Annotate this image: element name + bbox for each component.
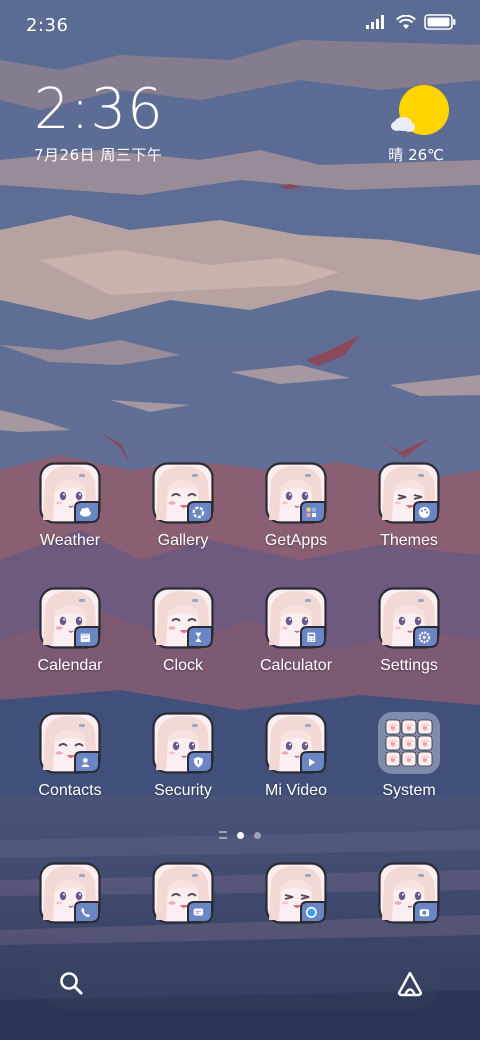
- folder-system[interactable]: System: [359, 712, 459, 800]
- contact-app-icon: [39, 712, 101, 774]
- app-label: System: [382, 782, 436, 799]
- app-settings[interactable]: Settings: [359, 587, 459, 675]
- camera-icon: [378, 862, 440, 924]
- cloud-app-icon: [39, 462, 101, 524]
- dock-app-camera[interactable]: [359, 862, 459, 924]
- app-label: Clock: [162, 657, 203, 674]
- message-icon: [152, 862, 214, 924]
- app-mi-video[interactable]: Mi Video: [246, 712, 346, 800]
- hourglass-app-icon: [152, 587, 214, 649]
- status-icons: [366, 14, 456, 30]
- app-label: Contacts: [38, 782, 102, 799]
- dock-app-phone[interactable]: [20, 862, 120, 924]
- app-calculator[interactable]: Calculator: [246, 587, 346, 675]
- wifi-icon: [396, 14, 416, 29]
- app-themes[interactable]: Themes: [359, 462, 459, 550]
- weather-temperature: 晴 26℃: [388, 146, 444, 164]
- gear-app-icon: [378, 587, 440, 649]
- page-indicator[interactable]: [0, 825, 480, 845]
- clock-date: 7月26日 周三下午: [34, 146, 163, 164]
- app-label: Themes: [380, 532, 438, 549]
- sun-cloud-icon: [391, 85, 449, 135]
- app-label: Weather: [39, 532, 101, 549]
- page-dot-1[interactable]: [237, 831, 244, 839]
- app-label: Calendar: [37, 657, 103, 674]
- search-icon[interactable]: [58, 970, 84, 996]
- app-security[interactable]: Security: [133, 712, 233, 800]
- app-label: Settings: [380, 657, 438, 674]
- app-label: Security: [154, 782, 212, 799]
- folder-icon: [378, 712, 440, 774]
- phone-icon: [39, 862, 101, 924]
- app-getapps[interactable]: GetApps: [246, 462, 346, 550]
- browser-icon: [265, 862, 327, 924]
- app-label: Calculator: [259, 657, 333, 674]
- search-bar[interactable]: [40, 956, 440, 1010]
- battery-icon: [424, 14, 456, 30]
- app-clock[interactable]: Clock: [133, 587, 233, 675]
- play-app-icon: [265, 712, 327, 774]
- app-contacts[interactable]: Contacts: [20, 712, 120, 800]
- app-label: GetApps: [264, 532, 328, 549]
- app-gallery[interactable]: Gallery: [133, 462, 233, 550]
- app-calendar[interactable]: Calendar: [20, 587, 120, 675]
- status-time: 2:36: [26, 15, 69, 36]
- clock-widget[interactable]: 2:36 7月26日 周三下午: [34, 82, 164, 165]
- page-dot-2[interactable]: [254, 831, 261, 839]
- app-label: Gallery: [157, 532, 209, 549]
- palette-app-icon: [378, 462, 440, 524]
- apps-app-icon: [265, 462, 327, 524]
- dock-app-messages[interactable]: [133, 862, 233, 924]
- app-weather[interactable]: Weather: [20, 462, 120, 550]
- status-bar: 2:36: [0, 0, 480, 50]
- assistant-icon[interactable]: [396, 970, 424, 998]
- menu-lines-icon: [219, 831, 227, 839]
- flower-app-icon: [152, 462, 214, 524]
- shield-app-icon: [152, 712, 214, 774]
- calendar-app-icon: [39, 587, 101, 649]
- clock-time: 2:36: [34, 77, 164, 142]
- signal-icon: [366, 15, 384, 29]
- calculator-app-icon: [265, 587, 327, 649]
- app-label: Mi Video: [265, 782, 327, 799]
- dock-app-browser[interactable]: [246, 862, 346, 924]
